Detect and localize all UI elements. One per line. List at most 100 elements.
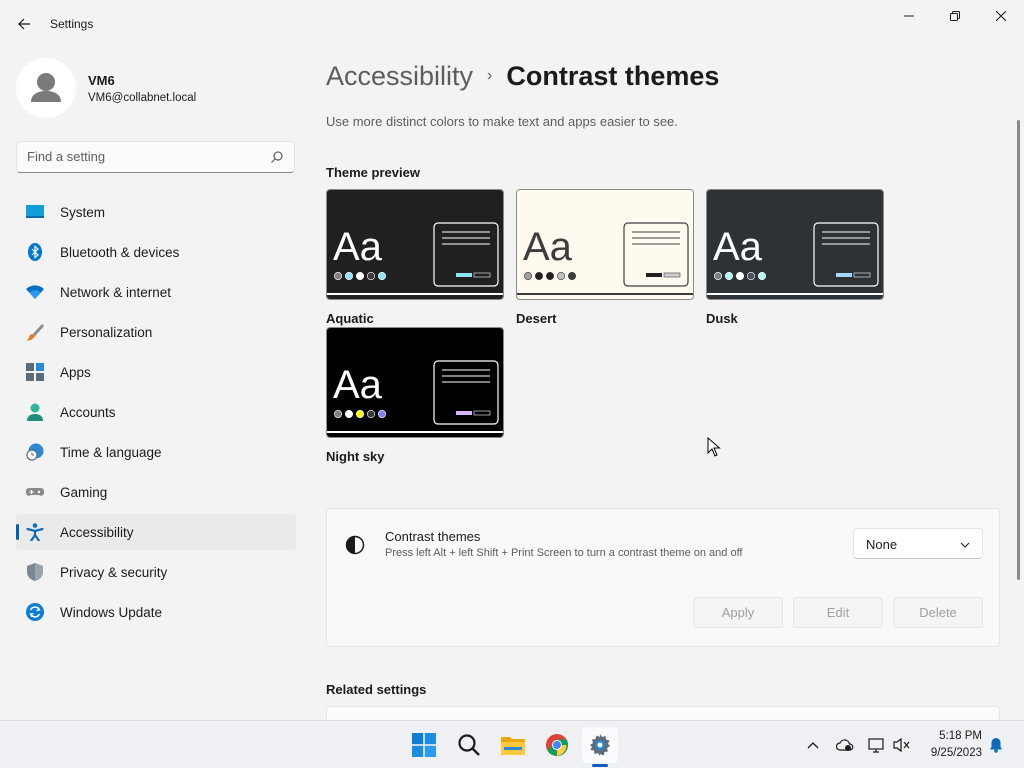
title-bar: Settings	[0, 0, 1024, 48]
related-settings-heading: Related settings	[326, 682, 427, 697]
file-explorer-button[interactable]	[495, 727, 531, 763]
sidebar-item-system[interactable]: System	[16, 194, 296, 230]
sidebar-item-network[interactable]: Network & internet	[16, 274, 296, 310]
page-title: Contrast themes	[506, 60, 720, 91]
preview-secondary-button	[853, 272, 871, 278]
settings-taskbar-button[interactable]	[582, 727, 618, 763]
wifi-icon	[26, 285, 44, 299]
clock-time[interactable]: 5:18 PM	[930, 730, 982, 742]
chrome-button[interactable]	[539, 727, 575, 763]
theme-card-aquatic[interactable]: Aa	[326, 189, 504, 300]
search-box[interactable]	[16, 141, 295, 173]
contrast-themes-title: Contrast themes	[385, 529, 481, 544]
preview-color-dot	[334, 410, 343, 419]
theme-name-night-sky: Night sky	[326, 449, 385, 464]
related-settings-card[interactable]	[326, 706, 1000, 720]
theme-name-desert: Desert	[516, 311, 557, 326]
theme-preview-aquatic: Aa	[327, 190, 503, 299]
restore-button[interactable]	[932, 0, 978, 32]
person-icon	[27, 403, 43, 421]
network-tray-button[interactable]	[867, 735, 887, 755]
clock-date[interactable]: 9/25/2023	[920, 747, 982, 759]
page-description: Use more distinct colors to make text an…	[326, 114, 678, 129]
user-avatar-icon	[31, 73, 61, 102]
sidebar-item-label: Network & internet	[60, 285, 172, 300]
preview-color-dot	[757, 272, 766, 281]
sidebar-item-personalization[interactable]: Personalization	[16, 314, 296, 350]
preview-glyph: Aa	[333, 363, 383, 407]
sidebar-item-gaming[interactable]: Gaming	[16, 474, 296, 510]
preview-color-dot	[377, 272, 386, 281]
sidebar-item-privacy[interactable]: Privacy & security	[16, 554, 296, 590]
preview-color-dot	[344, 272, 353, 281]
notifications-button[interactable]	[986, 735, 1006, 755]
preview-primary-button	[456, 411, 472, 415]
user-email: VM6@collabnet.local	[88, 92, 197, 104]
scrollbar[interactable]	[1017, 120, 1020, 580]
bell-icon	[990, 738, 1002, 753]
delete-button[interactable]: Delete	[893, 597, 983, 628]
back-button[interactable]	[10, 10, 38, 38]
preview-color-dot	[556, 272, 565, 281]
volume-tray-button[interactable]	[892, 735, 912, 755]
theme-card-desert[interactable]: Aa	[516, 189, 694, 300]
accessibility-icon	[26, 523, 44, 541]
preview-color-dot	[714, 272, 723, 281]
taskbar-search-button[interactable]	[451, 727, 487, 763]
breadcrumb-separator: ›	[487, 67, 493, 84]
chrome-icon	[546, 734, 568, 756]
close-icon	[996, 11, 1006, 21]
minimize-icon	[904, 15, 914, 17]
sidebar-item-apps[interactable]: Apps	[16, 354, 296, 390]
theme-card-night-sky[interactable]: Aa	[326, 327, 504, 438]
sidebar-item-accounts[interactable]: Accounts	[16, 394, 296, 430]
theme-card-dusk[interactable]: Aa	[706, 189, 884, 300]
sidebar-item-label: Apps	[60, 365, 91, 380]
gamepad-icon	[26, 488, 44, 496]
sidebar-item-label: Time & language	[60, 445, 162, 460]
close-button[interactable]	[978, 0, 1024, 32]
apply-button[interactable]: Apply	[693, 597, 783, 628]
sidebar-item-label: Bluetooth & devices	[60, 245, 180, 260]
preview-color-dot	[545, 272, 554, 281]
show-hidden-icons-button[interactable]	[803, 735, 823, 755]
preview-color-dot	[746, 272, 755, 281]
search-icon[interactable]	[270, 150, 284, 164]
preview-color-dot	[334, 272, 343, 281]
preview-color-dot	[524, 272, 533, 281]
search-input[interactable]	[27, 149, 257, 164]
sidebar-item-label: Gaming	[60, 485, 108, 500]
brush-icon	[26, 324, 44, 341]
sidebar-item-windows-update[interactable]: Windows Update	[16, 594, 296, 630]
avatar[interactable]	[16, 58, 76, 118]
breadcrumb: Accessibility › Contrast themes	[326, 56, 719, 96]
preview-glyph: Aa	[333, 225, 383, 269]
settings-icon	[590, 734, 610, 756]
edit-button[interactable]: Edit	[793, 597, 883, 628]
sidebar-item-bluetooth[interactable]: Bluetooth & devices	[16, 234, 296, 270]
sidebar-item-time-language[interactable]: Time & language	[16, 434, 296, 470]
preview-color-dot	[366, 410, 375, 419]
back-arrow-icon	[18, 18, 30, 30]
system-icon	[26, 205, 44, 218]
contrast-icon	[345, 535, 365, 555]
taskbar: 5:18 PM 9/25/2023	[0, 720, 1024, 768]
chevron-down-icon	[960, 542, 970, 548]
theme-name-aquatic: Aquatic	[326, 311, 374, 326]
mouse-cursor-icon	[707, 437, 721, 457]
onedrive-tray-button[interactable]	[835, 735, 855, 755]
chevron-up-icon	[807, 742, 819, 749]
sidebar-item-label: Privacy & security	[60, 565, 168, 580]
bluetooth-icon	[28, 243, 42, 261]
preview-color-dot	[724, 272, 733, 281]
preview-color-dot	[377, 410, 386, 419]
network-icon	[868, 738, 884, 753]
contrast-theme-dropdown[interactable]: None	[853, 528, 983, 559]
sidebar-item-accessibility[interactable]: Accessibility	[16, 514, 296, 550]
sidebar-item-label: Personalization	[60, 325, 153, 340]
start-button[interactable]	[406, 727, 442, 763]
minimize-button[interactable]	[886, 0, 932, 32]
preview-color-dot	[344, 410, 353, 419]
preview-secondary-button	[663, 272, 681, 278]
breadcrumb-parent[interactable]: Accessibility	[326, 61, 473, 92]
